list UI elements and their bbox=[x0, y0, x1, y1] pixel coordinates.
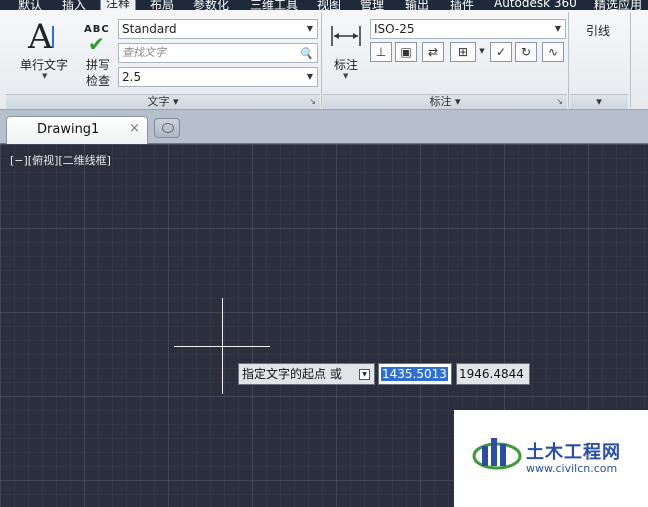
x-coordinate-value: 1435.5013 bbox=[381, 367, 448, 381]
document-tab-name: Drawing1 bbox=[37, 122, 100, 137]
dimension-style-select[interactable]: ISO-25 ▼ bbox=[370, 19, 566, 39]
panel-divider bbox=[630, 12, 631, 108]
text-cursor-icon bbox=[52, 26, 54, 48]
dim-inspect-icon[interactable]: ✓ bbox=[490, 42, 512, 62]
tab-featured-apps[interactable]: 精选应用 bbox=[594, 0, 642, 10]
tab-annotate[interactable]: 注释 bbox=[100, 0, 137, 10]
dynamic-input-prompt: 指定文字的起点 或 ▼ bbox=[238, 363, 375, 385]
chevron-down-icon[interactable]: ▼ bbox=[307, 20, 313, 38]
leader-panel-title[interactable]: 引线 bbox=[586, 22, 610, 39]
tab-3d-tools[interactable]: 三维工具 bbox=[250, 0, 298, 10]
close-icon[interactable]: × bbox=[129, 121, 140, 136]
text-panel-title: 文字 bbox=[147, 95, 170, 108]
prompt-options-icon[interactable]: ▼ bbox=[359, 369, 370, 380]
document-tab[interactable]: Drawing1 × bbox=[6, 116, 148, 144]
linear-dimension-icon[interactable] bbox=[330, 24, 362, 48]
ribbon: A 单行文字 ▼ ABC ✔ 拼写 检查 Standard ▼ 查找文字 🔍 2… bbox=[0, 10, 648, 110]
x-coordinate-input[interactable]: 1435.5013 bbox=[378, 363, 452, 385]
ribbon-tab-bar: 默认 插入 注释 布局 参数化 三维工具 视图 管理 输出 插件 Autodes… bbox=[0, 0, 648, 10]
dialog-launcher-icon[interactable]: ↘ bbox=[556, 95, 563, 109]
leader-panel-footer[interactable]: ▾ bbox=[570, 94, 628, 109]
dialog-launcher-icon[interactable]: ↘ bbox=[309, 95, 316, 109]
spellcheck-label-1[interactable]: 拼写 bbox=[86, 56, 110, 73]
crosshair-vertical bbox=[222, 298, 223, 394]
annotation-panel-title: 标注 bbox=[429, 95, 452, 108]
watermark: 土木工程网 www.civilcn.com bbox=[454, 410, 648, 507]
find-text-input[interactable]: 查找文字 🔍 bbox=[118, 43, 318, 63]
dim-jogged-linear-icon[interactable]: ∿ bbox=[542, 42, 564, 62]
text-height-value: 2.5 bbox=[122, 70, 142, 84]
text-panel-footer[interactable]: 文字 ▾ ↘ bbox=[6, 94, 320, 109]
tab-parametric[interactable]: 参数化 bbox=[193, 0, 229, 10]
tab-layout[interactable]: 布局 bbox=[150, 0, 174, 10]
tab-insert[interactable]: 插入 bbox=[62, 0, 86, 10]
civilcn-logo-icon bbox=[472, 438, 522, 470]
new-tab-icon bbox=[162, 123, 174, 133]
tab-default[interactable]: 默认 bbox=[18, 0, 42, 10]
dim-continue-icon[interactable]: ⊞ bbox=[450, 42, 476, 62]
watermark-title: 土木工程网 bbox=[526, 442, 621, 463]
new-drawing-tab-button[interactable] bbox=[154, 118, 180, 138]
find-replace-icon[interactable]: 🔍 bbox=[299, 45, 315, 61]
tab-output[interactable]: 输出 bbox=[405, 0, 429, 10]
spellcheck-label-2[interactable]: 检查 bbox=[86, 72, 110, 89]
chevron-down-icon[interactable]: ▼ bbox=[42, 72, 47, 80]
chevron-down-icon[interactable]: ▼ bbox=[555, 20, 561, 38]
y-coordinate-input[interactable]: 1946.4844 bbox=[456, 363, 530, 385]
find-text-placeholder: 查找文字 bbox=[122, 46, 166, 59]
annotation-panel-footer[interactable]: 标注 ▾ ↘ bbox=[323, 94, 567, 109]
dim-break-icon[interactable]: ⊥ bbox=[370, 42, 392, 62]
dim-style-value: ISO-25 bbox=[374, 22, 415, 36]
single-line-text-icon[interactable]: A bbox=[28, 20, 53, 54]
panel-divider bbox=[321, 12, 322, 108]
tab-autodesk-360[interactable]: Autodesk 360 bbox=[494, 0, 577, 10]
tab-plugins[interactable]: 插件 bbox=[450, 0, 474, 10]
dim-jog-icon[interactable]: ⇄ bbox=[422, 42, 444, 62]
checkmark-icon: ✔ bbox=[88, 32, 105, 56]
prompt-text: 指定文字的起点 或 bbox=[242, 367, 342, 381]
watermark-url: www.civilcn.com bbox=[526, 462, 618, 475]
document-tab-bar: Drawing1 × bbox=[0, 110, 648, 144]
dim-adjust-space-icon[interactable]: ▣ bbox=[395, 42, 417, 62]
tab-manage[interactable]: 管理 bbox=[360, 0, 384, 10]
single-line-text-button[interactable]: 单行文字 bbox=[20, 56, 68, 73]
viewport-controls-label[interactable]: [−][俯视][二维线框] bbox=[10, 152, 111, 168]
text-style-value: Standard bbox=[122, 22, 177, 36]
text-height-select[interactable]: 2.5 ▼ bbox=[118, 67, 318, 87]
y-coordinate-value: 1946.4844 bbox=[459, 367, 524, 381]
dim-update-icon[interactable]: ↻ bbox=[515, 42, 537, 62]
dimension-button[interactable]: 标注 bbox=[334, 56, 358, 73]
tab-view[interactable]: 视图 bbox=[317, 0, 341, 10]
text-style-select[interactable]: Standard ▼ bbox=[118, 19, 318, 39]
panel-divider bbox=[568, 12, 569, 108]
chevron-down-icon[interactable]: ▼ bbox=[343, 72, 348, 80]
chevron-down-icon[interactable]: ▼ bbox=[307, 68, 313, 86]
chevron-down-icon[interactable]: ▼ bbox=[477, 42, 487, 62]
